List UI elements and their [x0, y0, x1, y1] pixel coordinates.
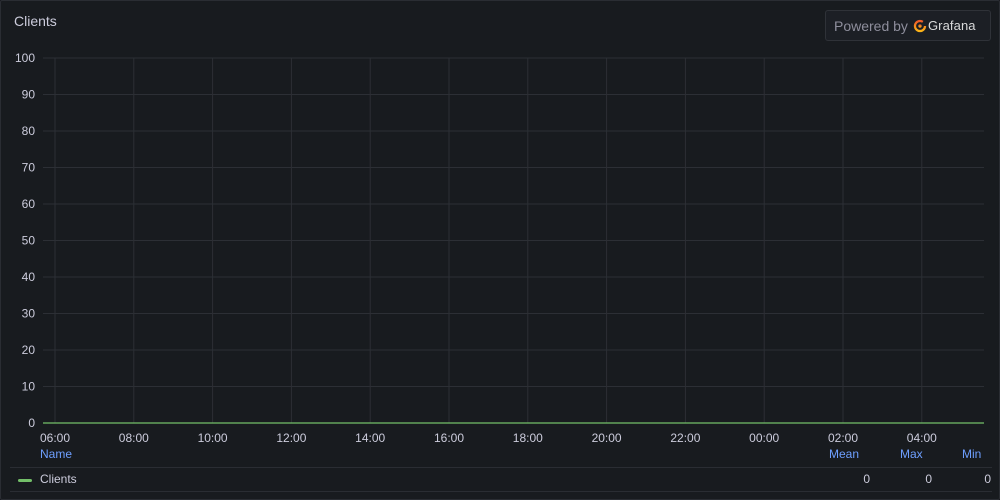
legend-series-name[interactable]: Clients: [40, 472, 77, 486]
y-tick-label: 50: [22, 234, 36, 248]
chart-panel: Clients Powered by Grafana 0 10 20 30 40 50 60…: [0, 0, 1000, 500]
x-tick-label: 16:00: [434, 431, 464, 445]
legend-header-name[interactable]: Name: [40, 447, 72, 461]
y-tick-label: 70: [22, 161, 36, 175]
y-tick-label: 10: [22, 380, 36, 394]
legend-series-swatch: [18, 479, 32, 482]
x-tick-label: 06:00: [40, 431, 70, 445]
x-tick-label: 10:00: [198, 431, 228, 445]
time-series-chart[interactable]: 0 10 20 30 40 50 60 70 80 90 100 06:00 08:00 10:00 12:…: [1, 1, 999, 446]
x-tick-label: 20:00: [592, 431, 622, 445]
legend-series-max: 0: [925, 472, 932, 486]
y-tick-label: 80: [22, 124, 36, 138]
legend-series-min: 0: [984, 472, 991, 486]
y-tick-label: 20: [22, 343, 36, 357]
x-tick-label: 02:00: [828, 431, 858, 445]
legend-header-min[interactable]: Min: [962, 447, 981, 461]
legend-row[interactable]: Clients 0 0 0: [10, 467, 992, 492]
x-tick-label: 22:00: [670, 431, 700, 445]
legend-header-mean[interactable]: Mean: [829, 447, 859, 461]
y-tick-label: 0: [28, 416, 35, 430]
y-tick-label: 40: [22, 270, 36, 284]
x-tick-label: 18:00: [513, 431, 543, 445]
y-tick-label: 30: [22, 307, 36, 321]
legend-series-mean: 0: [863, 472, 870, 486]
legend-header-max[interactable]: Max: [900, 447, 923, 461]
x-tick-label: 04:00: [907, 431, 937, 445]
x-tick-label: 12:00: [276, 431, 306, 445]
x-tick-label: 14:00: [355, 431, 385, 445]
x-tick-label: 08:00: [119, 431, 149, 445]
x-tick-label: 00:00: [749, 431, 779, 445]
y-tick-label: 90: [22, 88, 36, 102]
y-tick-label: 60: [22, 197, 36, 211]
y-tick-label: 100: [15, 51, 35, 65]
